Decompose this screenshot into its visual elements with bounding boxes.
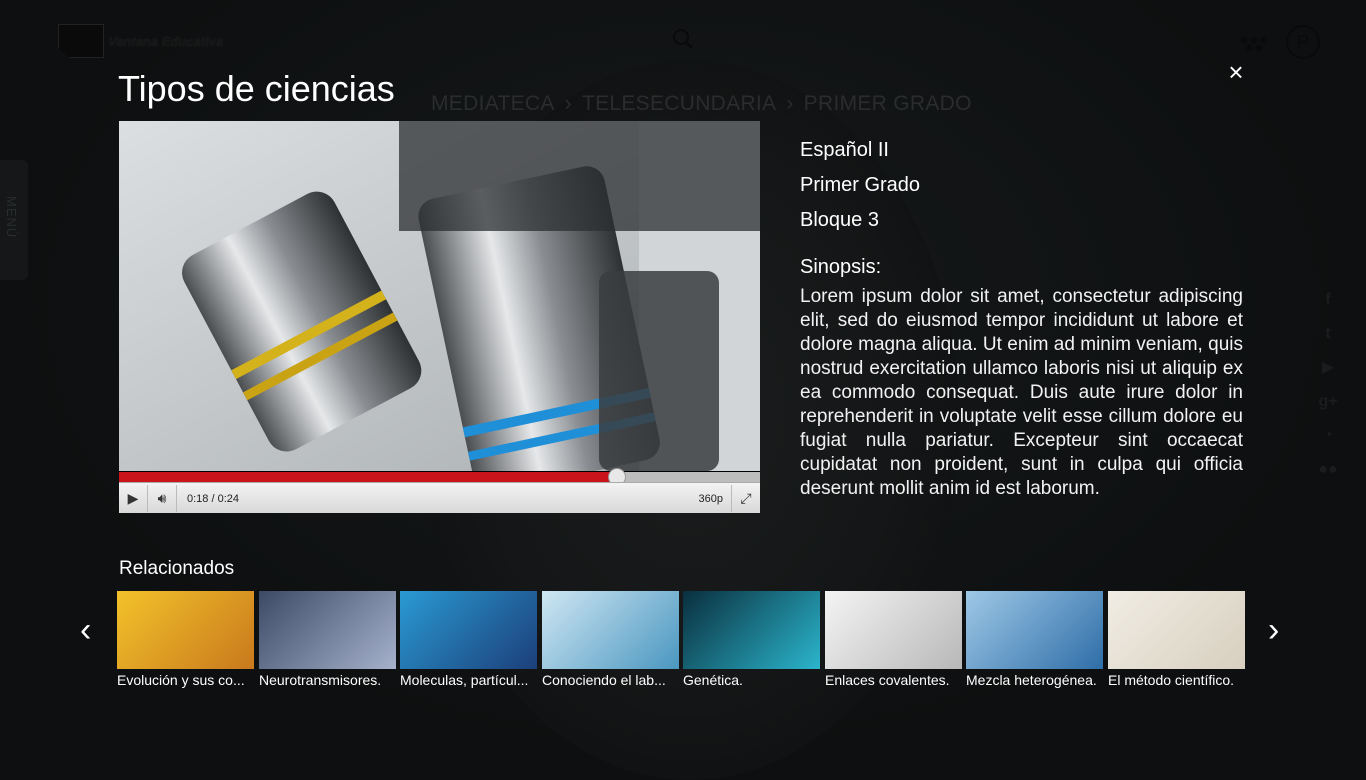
play-icon[interactable]: ▶ — [119, 485, 148, 512]
subject-label: Español II — [800, 139, 889, 161]
related-card[interactable]: Conociendo el lab... — [542, 591, 679, 696]
carousel-next-arrow-icon[interactable]: › — [1268, 610, 1279, 650]
logo-mark-icon — [58, 24, 104, 58]
related-card-label[interactable]: El método científico. — [1108, 672, 1247, 688]
related-thumbnail[interactable] — [259, 591, 396, 669]
grade-label: Primer Grado — [800, 174, 921, 196]
related-card[interactable]: Genética. — [683, 591, 820, 696]
rss-icon[interactable]: ◔ — [1318, 426, 1338, 446]
breadcrumb: MEDIATECA › TELESECUNDARIA › PRIMER GRAD… — [431, 92, 972, 116]
related-heading: Relacionados — [119, 558, 235, 579]
related-thumbnail[interactable] — [683, 591, 820, 669]
chevron-right-icon: › — [564, 92, 572, 115]
google-plus-icon[interactable]: g+ — [1318, 392, 1338, 412]
profile-icon[interactable]: P — [1286, 25, 1320, 59]
twitter-icon[interactable]: t — [1318, 324, 1338, 344]
side-menu-label: MENÚ — [4, 196, 19, 239]
breadcrumb-item[interactable]: PRIMER GRADO — [804, 92, 972, 116]
quality-selector[interactable]: 360p — [699, 493, 723, 505]
time-display: 0:18 / 0:24 — [187, 492, 239, 505]
related-card[interactable]: Evolución y sus co... — [117, 591, 254, 696]
synopsis-heading: Sinopsis: — [800, 256, 882, 278]
youtube-icon[interactable]: ▶ — [1318, 358, 1338, 378]
video-info: Español II Primer Grado Bloque 3 Sinopsi… — [800, 133, 1243, 501]
related-card[interactable]: Neurotransmisores. — [259, 591, 396, 696]
related-card[interactable]: Mezcla heterogénea. — [966, 591, 1103, 696]
progress-bar[interactable] — [119, 468, 760, 486]
breadcrumb-item[interactable]: MEDIATECA — [431, 92, 555, 116]
related-card-label[interactable]: Evolución y sus co... — [117, 672, 256, 688]
related-card-label[interactable]: Conociendo el lab... — [542, 672, 681, 688]
facebook-icon[interactable]: f — [1318, 290, 1338, 310]
flickr-icon[interactable]: ●● — [1318, 460, 1338, 480]
player-controls: ▶ 🔊︎ 0:18 / 0:24 360p ⤢ — [119, 482, 760, 513]
related-thumbnail[interactable] — [400, 591, 537, 669]
social-links: f t ▶ g+ ◔ ●● — [1318, 290, 1338, 480]
search-icon[interactable] — [672, 28, 694, 50]
related-thumbnail[interactable] — [966, 591, 1103, 669]
logo-text: Ventana Educativa — [108, 33, 224, 49]
volume-icon[interactable]: 🔊︎ — [148, 485, 177, 512]
apps-grid-icon[interactable] — [1238, 34, 1270, 54]
breadcrumb-item[interactable]: TELESECUNDARIA — [582, 92, 776, 116]
related-card[interactable]: El método científico. — [1108, 591, 1245, 696]
related-card-label[interactable]: Genética. — [683, 672, 822, 688]
related-carousel: Evolución y sus co... Neurotransmisores. M… — [117, 591, 1247, 701]
related-thumbnail[interactable] — [542, 591, 679, 669]
related-card-label[interactable]: Enlaces covalentes. — [825, 672, 964, 688]
related-card[interactable]: Enlaces covalentes. — [825, 591, 962, 696]
video-player[interactable]: ▶ 🔊︎ 0:18 / 0:24 360p ⤢ — [119, 121, 760, 513]
progress-fill — [119, 472, 616, 482]
synopsis-text: Lorem ipsum dolor sit amet, consectetur … — [800, 286, 1243, 499]
related-thumbnail[interactable] — [1108, 591, 1245, 669]
video-title: Tipos de ciencias — [118, 68, 395, 109]
side-menu-tab[interactable]: MENÚ — [0, 160, 28, 280]
related-thumbnail[interactable] — [825, 591, 962, 669]
related-card-label[interactable]: Neurotransmisores. — [259, 672, 398, 688]
video-frame[interactable] — [119, 121, 760, 471]
fullscreen-icon[interactable]: ⤢ — [731, 485, 760, 512]
related-thumbnail[interactable] — [117, 591, 254, 669]
related-card-label[interactable]: Mezcla heterogénea. — [966, 672, 1105, 688]
related-card-label[interactable]: Moleculas, partícul... — [400, 672, 539, 688]
related-card[interactable]: Moleculas, partícul... — [400, 591, 537, 696]
block-label: Bloque 3 — [800, 209, 879, 231]
close-button[interactable]: × — [1224, 59, 1248, 85]
chevron-right-icon: › — [786, 92, 794, 115]
site-logo[interactable]: Ventana Educativa — [58, 24, 223, 58]
carousel-prev-arrow-icon[interactable]: ‹ — [80, 610, 91, 650]
